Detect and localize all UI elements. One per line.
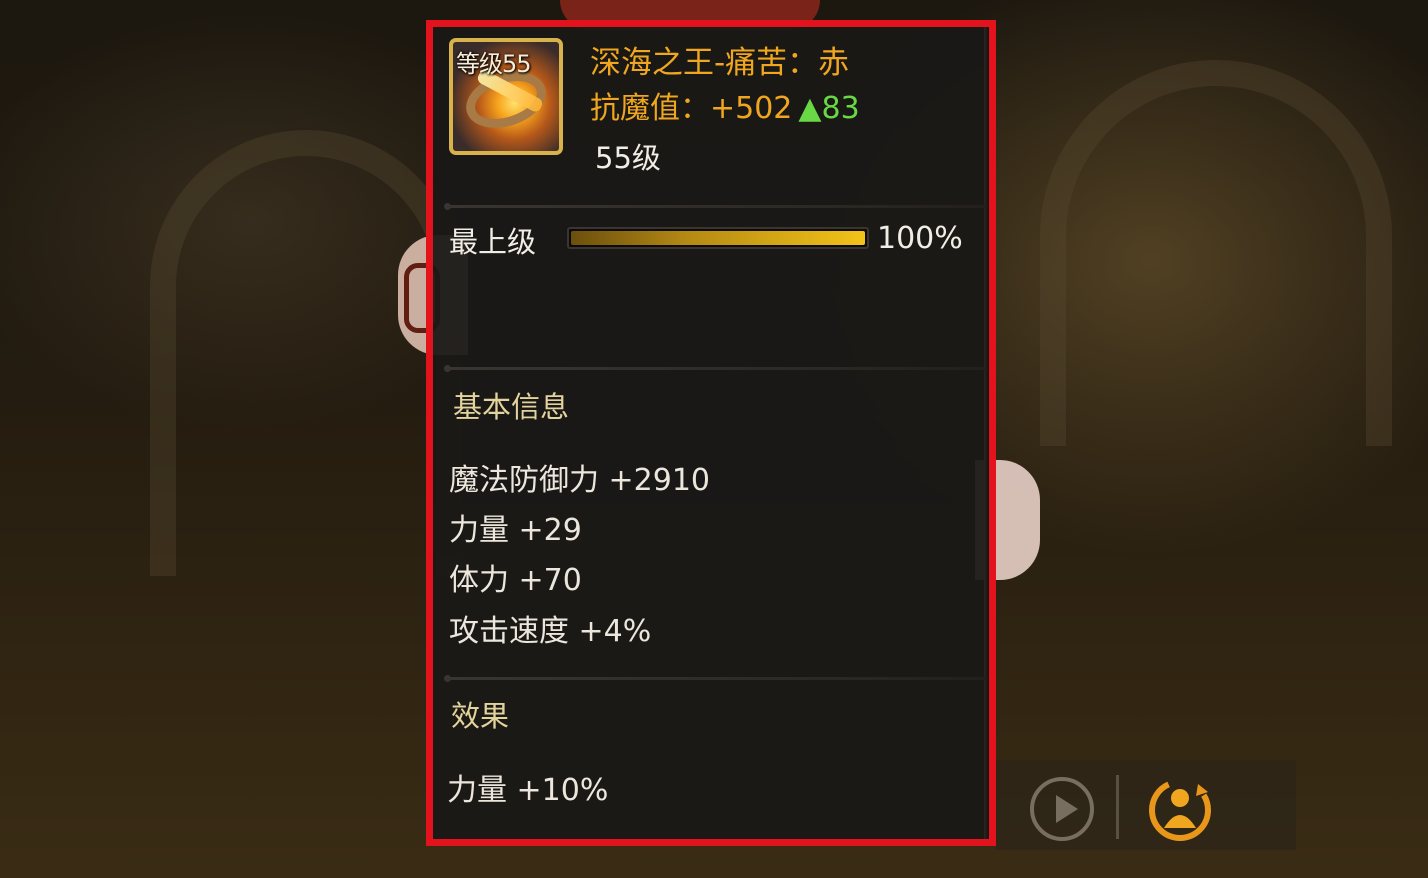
stat-line: 体力 +70 [449, 563, 582, 598]
effects-title: 效果 [451, 699, 510, 733]
stat-line: 攻击速度 +4% [449, 614, 652, 649]
item-icon: 等级55 [449, 38, 563, 155]
stat-line: 魔法防御力 +2910 [449, 463, 711, 498]
background-arch [1040, 60, 1392, 446]
magic-resist-line: 抗魔值：+502 ▲83 [590, 83, 860, 127]
item-icon-level-label: 等级55 [456, 50, 532, 78]
grade-label: 最上级 [449, 225, 537, 259]
character-swap-icon[interactable] [1146, 774, 1214, 844]
play-icon[interactable] [1030, 777, 1094, 841]
grade-progress-fill [571, 231, 865, 245]
grade-percent: 100% [877, 221, 963, 256]
panel-scrollbar[interactable] [984, 27, 989, 839]
divider [444, 203, 987, 210]
magic-resist-increase: ▲83 [798, 91, 860, 126]
stat-line: 力量 +29 [449, 513, 582, 548]
effect-line: 力量 +10% [447, 773, 609, 808]
background-arch [150, 130, 462, 576]
hud-divider [1116, 775, 1119, 839]
basic-info-title: 基本信息 [453, 390, 570, 424]
item-level: 55级 [595, 141, 661, 175]
magic-resist-value: +502 [710, 91, 793, 126]
divider [444, 675, 987, 682]
grade-progress-bar [567, 227, 869, 249]
magic-resist-label: 抗魔值： [590, 91, 710, 126]
item-name: 深海之王-痛苦：赤 [590, 45, 850, 81]
item-tooltip-panel: 等级55 深海之王-痛苦：赤 抗魔值：+502 ▲83 55级 最上级 100% … [433, 27, 989, 839]
divider [444, 365, 987, 372]
